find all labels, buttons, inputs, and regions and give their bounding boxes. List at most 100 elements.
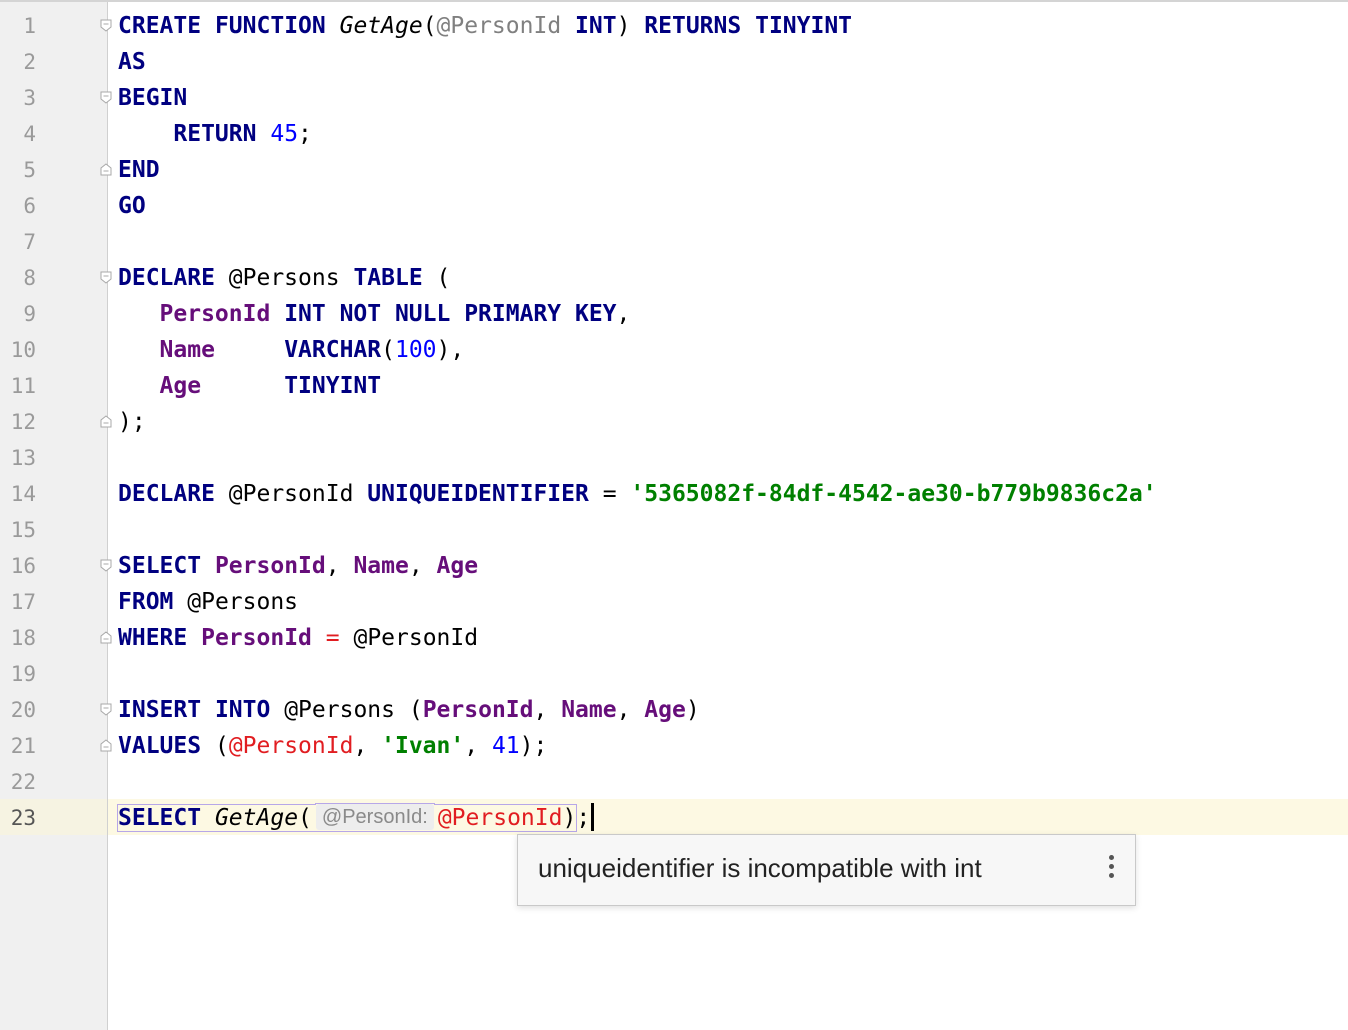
keyword: FUNCTION xyxy=(214,13,326,39)
line-number: 3 xyxy=(23,86,36,110)
fold-open-icon[interactable] xyxy=(100,559,112,572)
variable: @Persons xyxy=(284,697,395,723)
line-number-current: 23 xyxy=(10,806,36,830)
line-number: 10 xyxy=(10,338,36,362)
punctuation: , xyxy=(464,733,492,759)
error-message: uniqueidentifier is incompatible with in… xyxy=(538,853,982,883)
line-number: 5 xyxy=(23,158,36,182)
line-number: 2 xyxy=(23,50,36,74)
line-number: 13 xyxy=(10,446,36,470)
code-line-5[interactable]: END xyxy=(118,152,1348,188)
operator: = xyxy=(602,481,617,507)
keyword: END xyxy=(118,157,160,183)
code-line-14[interactable]: DECLARE @PersonId UNIQUEIDENTIFIER = '53… xyxy=(118,476,1348,512)
fold-close-icon[interactable] xyxy=(100,163,112,176)
code-line-21[interactable]: VALUES (@PersonId, 'Ivan', 41); xyxy=(118,728,1348,764)
fold-open-icon[interactable] xyxy=(100,91,112,104)
variable: @PersonId xyxy=(437,805,563,831)
code-line-6[interactable]: GO xyxy=(118,188,1348,224)
punctuation: ( xyxy=(381,337,395,363)
punctuation: ); xyxy=(519,733,548,759)
operator: = xyxy=(325,625,340,651)
code-line-10[interactable]: Name VARCHAR(100), xyxy=(118,332,1348,368)
column-name: PersonId xyxy=(159,301,271,327)
code-line-8[interactable]: DECLARE @Persons TABLE ( xyxy=(118,260,1348,296)
line-number: 15 xyxy=(10,518,36,542)
column-name: Age xyxy=(436,553,479,579)
code-line-2[interactable]: AS xyxy=(118,44,1348,80)
keyword: INTO xyxy=(214,697,271,723)
line-number: 21 xyxy=(10,734,36,758)
keyword: BEGIN xyxy=(118,85,188,111)
fold-close-icon[interactable] xyxy=(100,415,112,428)
keyword: INT NOT NULL PRIMARY KEY xyxy=(284,301,617,327)
padding xyxy=(215,337,284,363)
keyword: VALUES xyxy=(118,733,202,759)
column-name: Name xyxy=(561,697,617,723)
keyword: INSERT xyxy=(118,697,202,723)
code-line-12[interactable]: ); xyxy=(118,404,1348,440)
column-name: Age xyxy=(644,697,686,723)
fold-open-icon[interactable] xyxy=(100,703,112,716)
keyword: TABLE xyxy=(353,265,423,291)
line-number: 11 xyxy=(10,374,36,398)
line-number: 1 xyxy=(23,14,36,38)
keyword: INT xyxy=(575,13,617,39)
keyword: UNIQUEIDENTIFIER xyxy=(367,481,589,507)
number-literal: 41 xyxy=(491,733,520,759)
code-line-23[interactable]: SELECT GetAge(@PersonId: @PersonId); xyxy=(116,800,1348,836)
code-line-18[interactable]: WHERE PersonId = @PersonId xyxy=(118,620,1348,656)
keyword: SELECT xyxy=(118,805,202,831)
code-line-1[interactable]: CREATE FUNCTION GetAge(@PersonId INT) RE… xyxy=(118,8,1348,44)
variable: @Persons xyxy=(187,589,299,615)
line-number: 9 xyxy=(23,302,36,326)
fold-close-icon[interactable] xyxy=(100,739,112,752)
punctuation: ), xyxy=(436,337,465,363)
code-line-16[interactable]: SELECT PersonId, Name, Age xyxy=(118,548,1348,584)
string-literal: '5365082f-84df-4542-ae30-b779b9836c2a' xyxy=(630,481,1157,507)
keyword: RETURNS xyxy=(644,13,742,39)
punctuation: ; xyxy=(298,121,312,147)
line-number: 19 xyxy=(10,662,36,686)
line-number: 16 xyxy=(10,554,36,578)
punctuation: , xyxy=(325,553,354,579)
function-name: GetAge xyxy=(339,13,423,39)
punctuation: ( xyxy=(408,697,423,723)
code-line-9[interactable]: PersonId INT NOT NULL PRIMARY KEY, xyxy=(118,296,1348,332)
parameter: @PersonId xyxy=(436,13,562,39)
fold-open-icon[interactable] xyxy=(100,271,112,284)
keyword: DECLARE xyxy=(118,265,215,291)
fold-close-icon[interactable] xyxy=(100,631,112,644)
punctuation: ) xyxy=(685,697,700,723)
line-number: 14 xyxy=(10,482,36,506)
code-editor[interactable]: 1 2 3 4 5 6 7 8 9 10 11 12 13 14 15 16 1… xyxy=(0,0,1348,1030)
number-literal: 100 xyxy=(394,337,437,363)
function-name: GetAge xyxy=(214,805,299,831)
fold-open-icon[interactable] xyxy=(100,19,112,32)
column-name: Age xyxy=(159,373,202,399)
variable: @Persons xyxy=(228,265,340,291)
column-name: Name xyxy=(353,553,409,579)
punctuation: ( xyxy=(436,265,451,291)
code-line-4[interactable]: RETURN 45; xyxy=(118,116,1348,152)
code-line-11[interactable]: Age TINYINT xyxy=(118,368,1348,404)
keyword: AS xyxy=(118,49,146,75)
keyword: CREATE xyxy=(118,13,202,39)
keyword: VARCHAR xyxy=(284,337,382,363)
line-number: 7 xyxy=(23,230,36,254)
string-literal: 'Ivan' xyxy=(381,733,465,759)
vertical-ellipsis-icon[interactable] xyxy=(1101,855,1121,885)
parameter-hint: @PersonId: xyxy=(315,804,434,830)
variable: @PersonId xyxy=(353,625,479,651)
code-line-17[interactable]: FROM @Persons xyxy=(118,584,1348,620)
keyword: TINYINT xyxy=(284,373,382,399)
code-line-20[interactable]: INSERT INTO @Persons (PersonId, Name, Ag… xyxy=(118,692,1348,728)
keyword: TINYINT xyxy=(755,13,853,39)
error-highlight: SELECT GetAge(@PersonId: @PersonId) xyxy=(116,804,578,832)
code-line-3[interactable]: BEGIN xyxy=(118,80,1348,116)
padding xyxy=(201,373,284,399)
line-number: 17 xyxy=(10,590,36,614)
line-number: 20 xyxy=(10,698,36,722)
